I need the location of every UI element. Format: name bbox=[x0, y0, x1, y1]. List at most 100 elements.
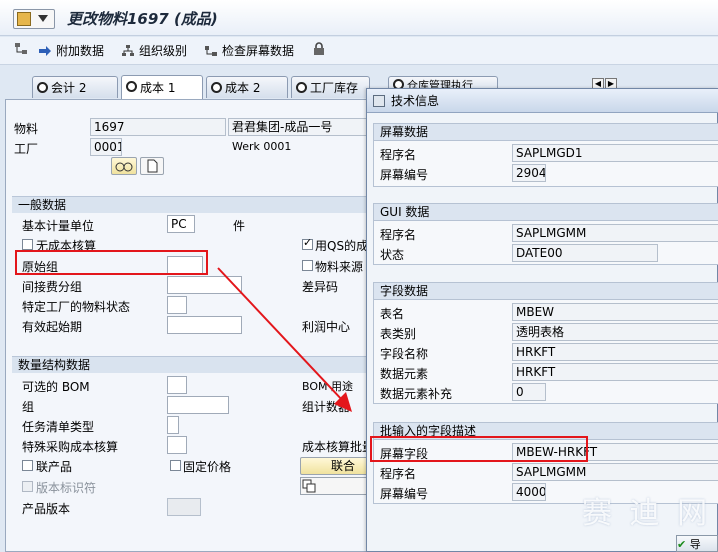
data-element-label: 数据元素 bbox=[380, 367, 429, 381]
field-data-header: 字段数据 bbox=[374, 283, 718, 300]
material-field: 1697 bbox=[90, 118, 226, 136]
tab-costing-1[interactable]: 成本 1 bbox=[121, 75, 203, 99]
origin-group-highlight bbox=[15, 250, 208, 275]
copy-icon bbox=[302, 479, 316, 493]
tab-costing-2[interactable]: 成本 2 bbox=[206, 76, 288, 98]
no-costing-checkbox[interactable] bbox=[22, 239, 33, 250]
watermark: 赛 迪 网 bbox=[582, 496, 712, 531]
dialog-title: 技术信息 bbox=[391, 94, 440, 108]
alt-bom-label: 可选的 BOM bbox=[22, 380, 90, 394]
page-title: 更改物料1697 (成品) bbox=[67, 10, 218, 28]
check-screen-data-button[interactable]: 检查屏幕数据 bbox=[204, 42, 294, 59]
org-levels-label: 组织级别 bbox=[139, 44, 188, 58]
batch-screen-number-field: 4000 bbox=[512, 483, 546, 501]
screen-number-field: 2904 bbox=[512, 164, 546, 182]
data-element-supp-field: 0 bbox=[512, 383, 546, 401]
arrow-right-icon bbox=[39, 45, 51, 56]
special-proc-field[interactable] bbox=[167, 436, 187, 454]
application-toolbar: 附加数据 组织级别 检查屏幕数据 bbox=[0, 37, 718, 65]
field-name-label: 字段名称 bbox=[380, 347, 429, 361]
tab-icon bbox=[296, 82, 307, 93]
qs-costing-checkbox[interactable] bbox=[302, 236, 313, 250]
title-bar: 更改物料1697 (成品) bbox=[0, 0, 718, 36]
tab-icon bbox=[126, 81, 137, 92]
coproduct-checkbox[interactable] bbox=[22, 460, 33, 471]
lot-size-label: 成本核算批量 bbox=[302, 440, 375, 454]
hierarchy-icon bbox=[15, 43, 27, 54]
check-icon: ✔ bbox=[677, 538, 687, 551]
gui-data-section: GUI 数据 程序名 SAPLMGMM 状态 DATE00 bbox=[373, 203, 718, 265]
base-uom-field[interactable]: PC bbox=[167, 215, 195, 233]
joint-production-button[interactable]: 联合 bbox=[300, 457, 370, 475]
general-data-header: 一般数据 bbox=[12, 196, 370, 213]
screen-field-highlight bbox=[370, 436, 588, 462]
tab-plant-stock[interactable]: 工厂库存 bbox=[291, 76, 370, 98]
document-button[interactable] bbox=[140, 157, 164, 175]
data-element-field: HRKFT bbox=[512, 363, 718, 381]
tab-label: 会计 2 bbox=[51, 81, 87, 95]
material-label: 物料 bbox=[14, 122, 39, 136]
gui-status-field: DATE00 bbox=[512, 244, 658, 262]
document-icon bbox=[147, 159, 158, 173]
table-category-field: 透明表格 bbox=[512, 323, 718, 341]
tab-label: 工厂库存 bbox=[310, 81, 359, 95]
material-desc-field: 君君集团-成品一号 bbox=[228, 118, 371, 136]
field-data-section: 字段数据 表名 MBEW 表类别 透明表格 字段名称 HRKFT 数据元素 HR… bbox=[373, 282, 718, 404]
prod-version-field bbox=[167, 498, 201, 516]
gui-program-label: 程序名 bbox=[380, 228, 417, 242]
batch-program-field: SAPLMGMM bbox=[512, 463, 718, 481]
gui-status-label: 状态 bbox=[380, 248, 405, 262]
glasses-icon bbox=[115, 162, 133, 172]
overhead-group-label: 间接费分组 bbox=[22, 280, 83, 294]
dialog-window-icon bbox=[373, 94, 385, 107]
screen-program-label: 程序名 bbox=[380, 148, 417, 162]
tab-accounting-2[interactable]: 会计 2 bbox=[32, 76, 118, 98]
additional-data-label: 附加数据 bbox=[56, 44, 105, 58]
joint-production-detail-button[interactable] bbox=[300, 477, 370, 495]
check-screen-icon bbox=[205, 45, 217, 56]
dialog-title-bar: 技术信息 bbox=[367, 89, 718, 113]
check-screen-data-label: 检查屏幕数据 bbox=[222, 44, 295, 58]
org-structure-button[interactable] bbox=[14, 42, 28, 56]
glasses-button[interactable] bbox=[111, 157, 137, 175]
plant-status-label: 特定工厂的物料状态 bbox=[22, 300, 131, 314]
prod-version-label: 产品版本 bbox=[22, 502, 71, 516]
screen-program-field: SAPLMGD1 bbox=[512, 144, 718, 162]
version-indicator-label: 版本标识符 bbox=[36, 481, 97, 495]
tab-strip: 会计 2 成本 1 成本 2 工厂库存 bbox=[0, 75, 370, 100]
base-uom-label: 基本计量单位 bbox=[22, 219, 95, 233]
alt-bom-field[interactable] bbox=[167, 376, 187, 394]
plant-label: 工厂 bbox=[14, 142, 39, 156]
screen-data-header: 屏幕数据 bbox=[374, 124, 718, 141]
valid-from-label: 有效起始期 bbox=[22, 320, 83, 334]
gui-program-field: SAPLMGMM bbox=[512, 224, 718, 242]
task-list-type-field[interactable] bbox=[167, 416, 179, 434]
batch-program-label: 程序名 bbox=[380, 467, 417, 481]
batch-screen-number-label: 屏幕编号 bbox=[380, 487, 429, 501]
data-element-supp-label: 数据元素补充 bbox=[380, 387, 453, 401]
tab-icon bbox=[211, 82, 222, 93]
special-proc-label: 特殊采购成本核算 bbox=[22, 440, 119, 454]
technical-info-dialog: 技术信息 屏幕数据 程序名 SAPLMGD1 屏幕编号 2904 GUI 数据 … bbox=[366, 88, 718, 552]
lock-button[interactable] bbox=[312, 42, 326, 56]
tab-icon bbox=[37, 82, 48, 93]
version-indicator-checkbox bbox=[22, 481, 33, 492]
base-uom-text: 件 bbox=[233, 219, 246, 233]
fixed-price-checkbox[interactable] bbox=[170, 460, 181, 471]
group-label: 组 bbox=[22, 400, 35, 414]
red-arrow-icon bbox=[217, 267, 352, 412]
org-levels-button[interactable]: 组织级别 bbox=[121, 42, 187, 59]
menu-icon[interactable] bbox=[13, 9, 55, 29]
coproduct-label: 联产品 bbox=[36, 460, 73, 474]
table-name-label: 表名 bbox=[380, 307, 405, 321]
table-name-field: MBEW bbox=[512, 303, 718, 321]
field-name-field: HRKFT bbox=[512, 343, 718, 361]
fixed-price-label: 固定价格 bbox=[183, 460, 232, 474]
ok-button[interactable]: ✔ 导 bbox=[676, 535, 718, 552]
screen-data-section: 屏幕数据 程序名 SAPLMGD1 屏幕编号 2904 bbox=[373, 123, 718, 187]
gui-data-header: GUI 数据 bbox=[374, 204, 718, 221]
table-category-label: 表类别 bbox=[380, 327, 417, 341]
plant-status-field[interactable] bbox=[167, 296, 187, 314]
additional-data-button[interactable]: 附加数据 bbox=[38, 42, 104, 59]
tab-label: 成本 1 bbox=[140, 81, 176, 95]
